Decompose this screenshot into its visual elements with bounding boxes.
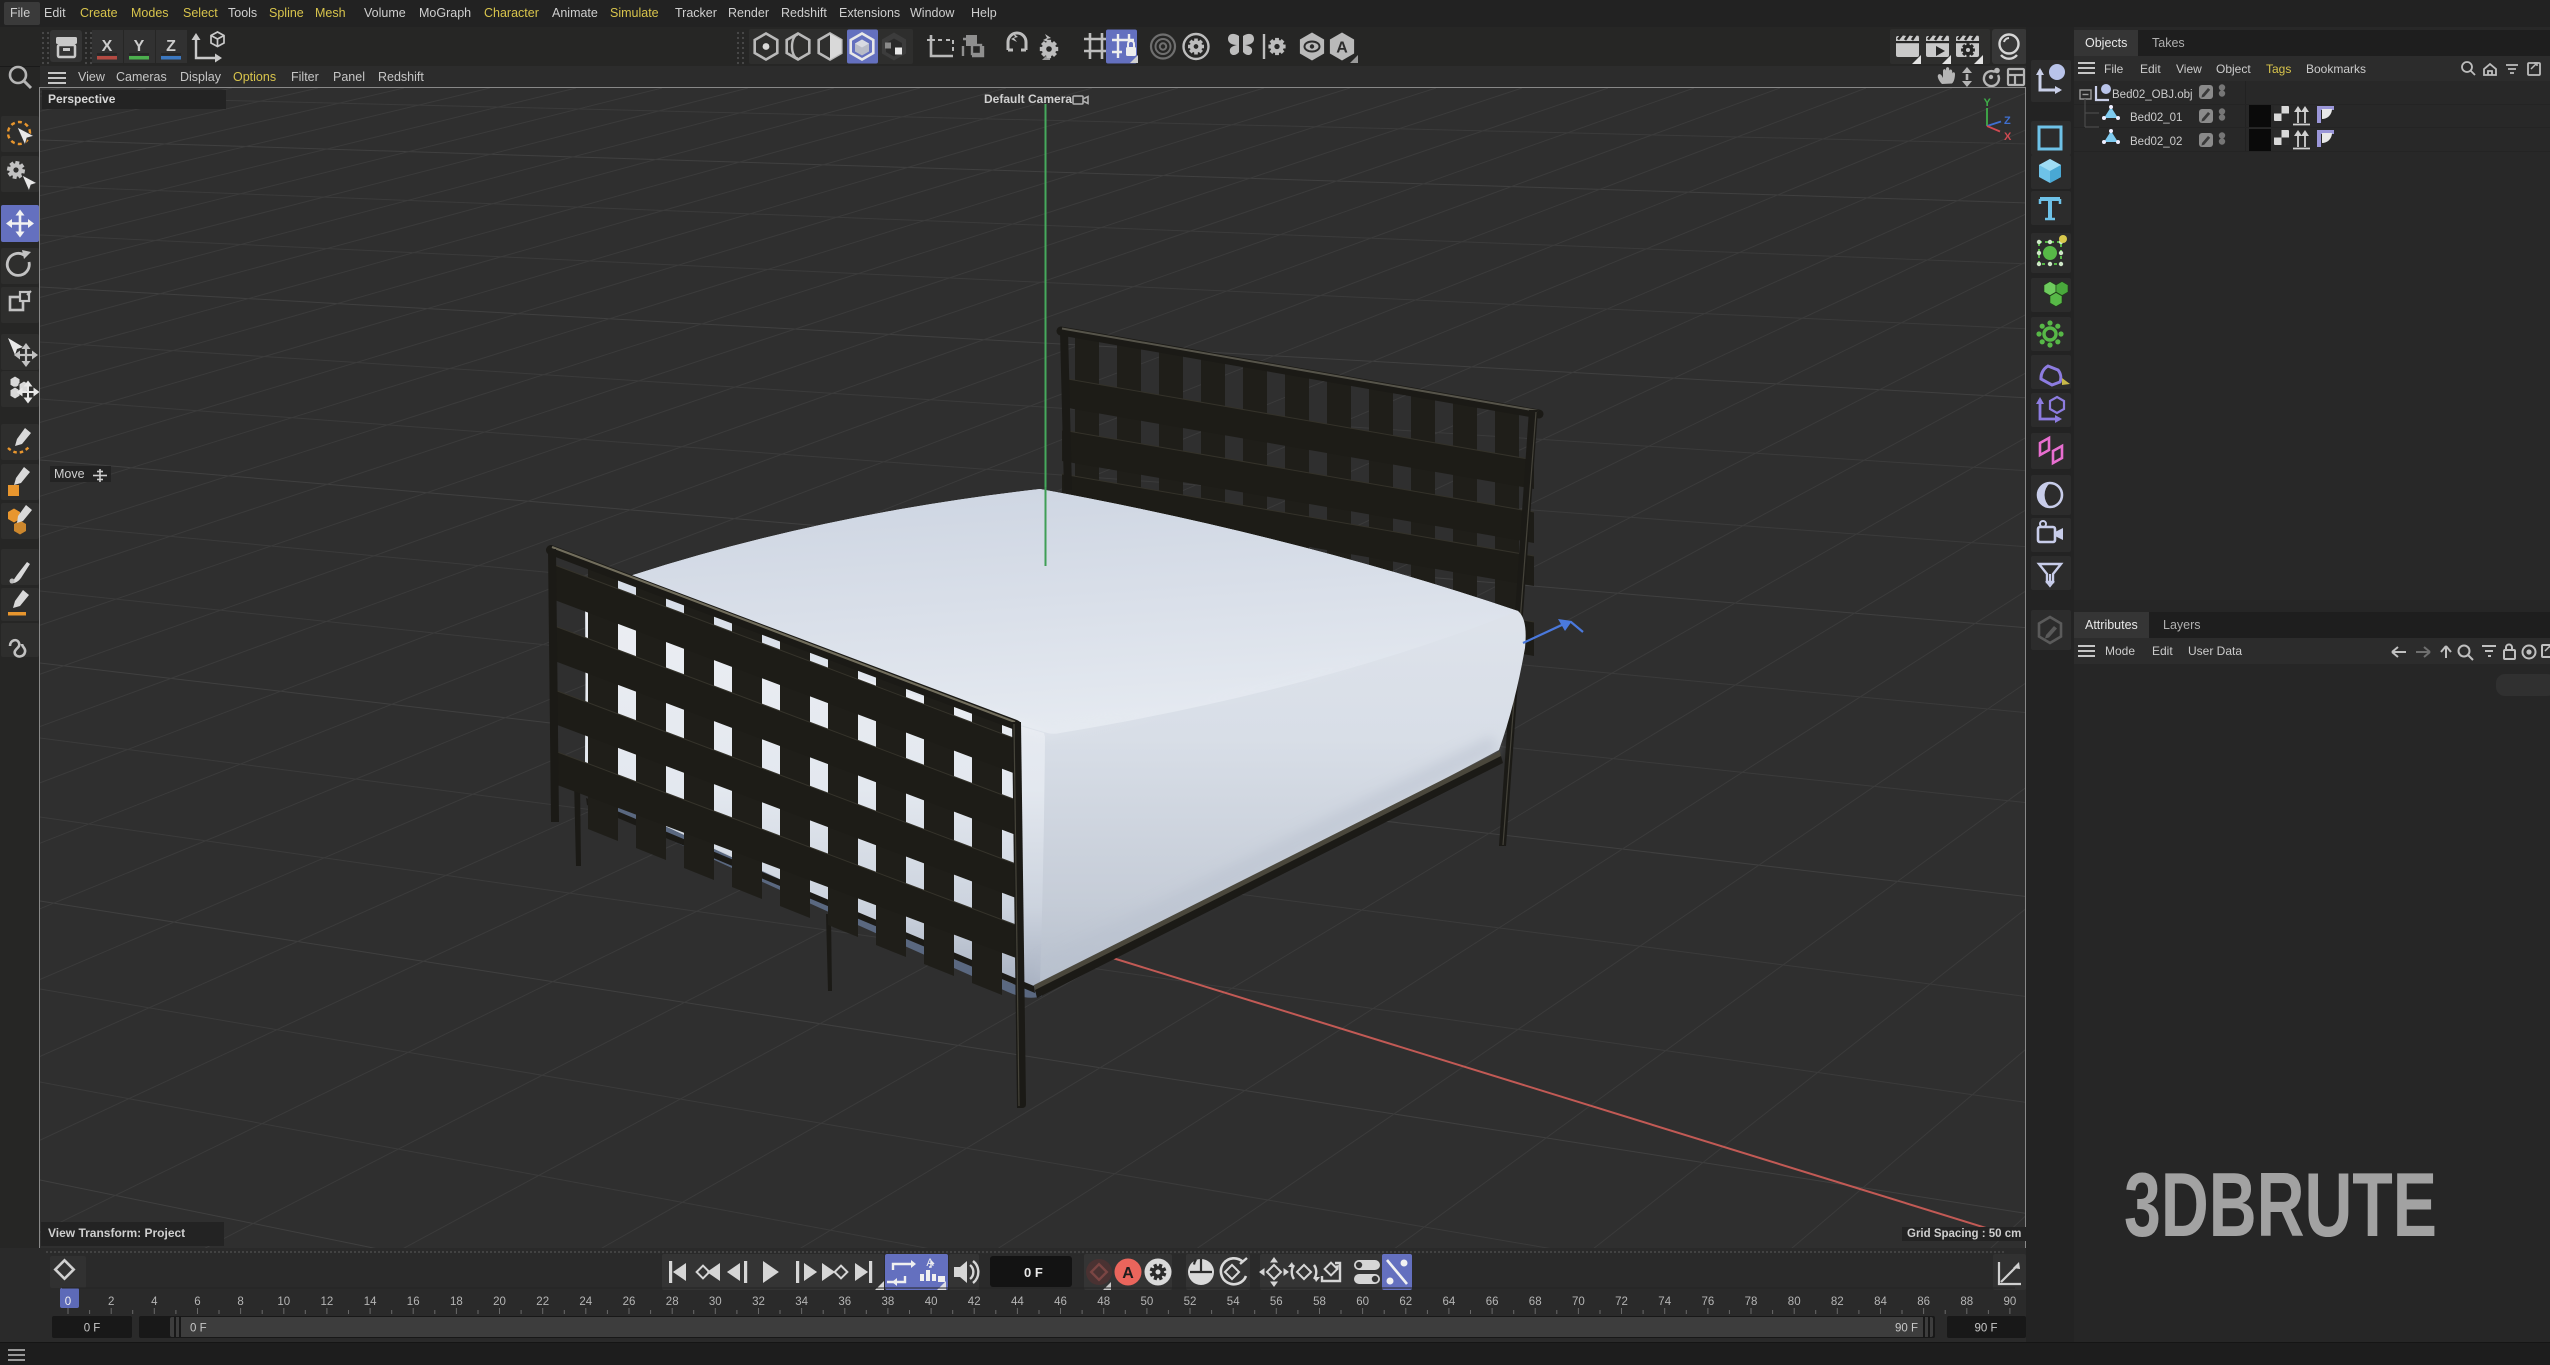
svg-text:36: 36 — [838, 1296, 851, 1308]
svg-text:76: 76 — [1702, 1296, 1715, 1308]
svg-text:0 F: 0 F — [84, 1323, 101, 1335]
svg-text:6: 6 — [194, 1296, 200, 1308]
svg-text:82: 82 — [1831, 1296, 1844, 1308]
svg-text:A: A — [1122, 1265, 1134, 1282]
svg-text:54: 54 — [1227, 1296, 1240, 1308]
svg-text:26: 26 — [623, 1296, 636, 1308]
svg-text:60: 60 — [1356, 1296, 1369, 1308]
svg-text:34: 34 — [795, 1296, 808, 1308]
svg-text:10: 10 — [277, 1296, 290, 1308]
svg-text:74: 74 — [1658, 1296, 1671, 1308]
svg-text:30: 30 — [709, 1296, 722, 1308]
svg-text:28: 28 — [666, 1296, 679, 1308]
svg-text:58: 58 — [1313, 1296, 1326, 1308]
svg-text:44: 44 — [1011, 1296, 1024, 1308]
svg-text:64: 64 — [1443, 1296, 1456, 1308]
svg-text:38: 38 — [882, 1296, 895, 1308]
svg-text:88: 88 — [1960, 1296, 1973, 1308]
svg-text:32: 32 — [752, 1296, 765, 1308]
svg-text:42: 42 — [968, 1296, 981, 1308]
svg-text:18: 18 — [450, 1296, 463, 1308]
svg-text:20: 20 — [493, 1296, 506, 1308]
svg-text:86: 86 — [1917, 1296, 1930, 1308]
svg-text:62: 62 — [1399, 1296, 1412, 1308]
svg-text:22: 22 — [536, 1296, 549, 1308]
svg-text:12: 12 — [321, 1296, 334, 1308]
svg-text:0: 0 — [65, 1296, 71, 1308]
svg-text:3DBRUTE: 3DBRUTE — [2124, 1155, 2437, 1256]
svg-text:16: 16 — [407, 1296, 420, 1308]
svg-text:0 F: 0 F — [1024, 1265, 1043, 1280]
svg-text:X: X — [2004, 131, 2012, 143]
svg-text:84: 84 — [1874, 1296, 1887, 1308]
svg-text:72: 72 — [1615, 1296, 1628, 1308]
svg-text:90: 90 — [2004, 1296, 2017, 1308]
svg-text:14: 14 — [364, 1296, 377, 1308]
svg-text:90 F: 90 F — [1974, 1323, 1997, 1335]
svg-text:48: 48 — [1097, 1296, 1110, 1308]
svg-text:90 F: 90 F — [1895, 1323, 1918, 1335]
svg-text:Z: Z — [2004, 115, 2011, 127]
svg-text:56: 56 — [1270, 1296, 1283, 1308]
svg-text:Y: Y — [1984, 97, 1992, 109]
svg-text:78: 78 — [1745, 1296, 1758, 1308]
svg-text:66: 66 — [1486, 1296, 1499, 1308]
svg-text:52: 52 — [1184, 1296, 1197, 1308]
svg-text:40: 40 — [925, 1296, 938, 1308]
svg-text:50: 50 — [1141, 1296, 1154, 1308]
svg-text:0 F: 0 F — [190, 1323, 207, 1335]
svg-text:4: 4 — [151, 1296, 158, 1308]
svg-text:70: 70 — [1572, 1296, 1585, 1308]
svg-text:A: A — [1336, 40, 1348, 57]
svg-text:68: 68 — [1529, 1296, 1542, 1308]
svg-text:8: 8 — [237, 1296, 243, 1308]
svg-text:46: 46 — [1054, 1296, 1067, 1308]
svg-text:80: 80 — [1788, 1296, 1801, 1308]
svg-text:2: 2 — [108, 1296, 114, 1308]
svg-text:24: 24 — [579, 1296, 592, 1308]
